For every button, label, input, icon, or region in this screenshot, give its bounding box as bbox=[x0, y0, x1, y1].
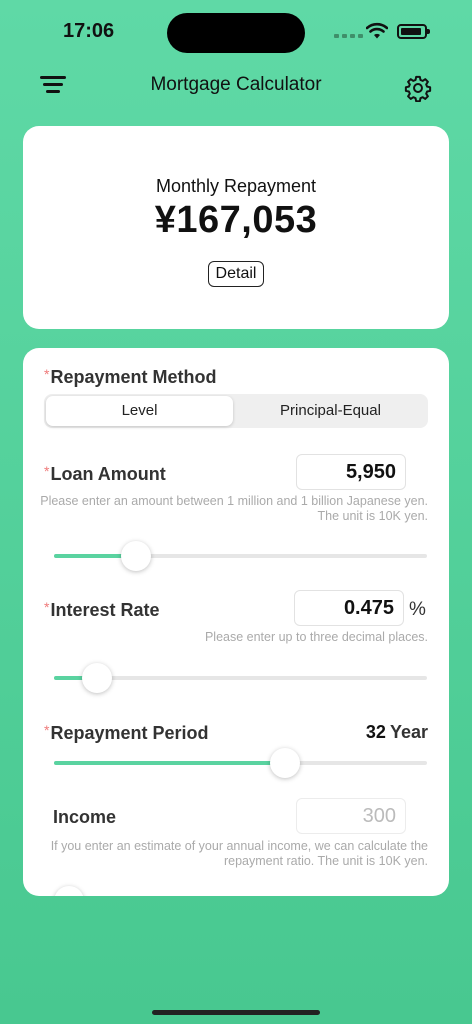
income-slider-thumb[interactable] bbox=[54, 886, 84, 896]
loan-amount-slider-thumb[interactable] bbox=[121, 541, 151, 571]
monthly-repayment-label: Monthly Repayment bbox=[155, 176, 317, 196]
interest-rate-hint: Please enter up to three decimal places. bbox=[204, 630, 428, 644]
repayment-period-slider[interactable] bbox=[54, 748, 427, 778]
loan-amount-hint: Please enter an amount between 1 million… bbox=[40, 494, 428, 523]
repayment-method-segmented-control: Level Principal-Equal bbox=[44, 394, 428, 428]
repayment-period-slider-thumb[interactable] bbox=[270, 748, 300, 778]
nav-bar: Mortgage Calculator bbox=[0, 62, 472, 112]
interest-rate-slider-thumb[interactable] bbox=[82, 663, 112, 693]
income-slider[interactable] bbox=[54, 886, 427, 896]
page-title: Mortgage Calculator bbox=[150, 74, 322, 95]
loan-amount-label: *Loan Amount bbox=[44, 463, 166, 484]
status-time: 17:06 bbox=[63, 20, 115, 42]
segment-level[interactable]: Level bbox=[46, 396, 233, 426]
income-input[interactable]: 300 bbox=[296, 798, 406, 834]
repayment-period-unit: Year bbox=[389, 722, 428, 742]
home-indicator[interactable] bbox=[152, 1010, 320, 1015]
signal-dots-icon bbox=[334, 34, 363, 38]
battery-icon bbox=[397, 24, 430, 39]
repayment-method-label: *Repayment Method bbox=[44, 366, 217, 387]
interest-rate-unit: % bbox=[409, 599, 426, 620]
income-label: Income bbox=[53, 807, 117, 827]
monthly-repayment-value: ¥167,053 bbox=[154, 199, 318, 241]
income-hint: If you enter an estimate of your annual … bbox=[50, 839, 428, 868]
loan-amount-slider[interactable] bbox=[54, 541, 427, 571]
interest-rate-input[interactable]: 0.475 bbox=[294, 590, 404, 626]
wifi-icon bbox=[366, 22, 388, 39]
dynamic-island bbox=[167, 13, 305, 53]
result-card: Monthly Repayment ¥167,053 Detail bbox=[23, 126, 449, 329]
repayment-period-value: 32 Year bbox=[366, 722, 428, 743]
gear-icon[interactable] bbox=[404, 74, 432, 102]
segment-principal-equal[interactable]: Principal-Equal bbox=[235, 396, 426, 426]
repayment-period-number: 32 bbox=[365, 722, 386, 742]
status-bar: 17:06 bbox=[0, 0, 472, 60]
interest-rate-slider[interactable] bbox=[54, 663, 427, 693]
detail-button[interactable]: Detail bbox=[208, 261, 264, 287]
interest-rate-label: *Interest Rate bbox=[44, 599, 160, 620]
repayment-period-label: *Repayment Period bbox=[44, 722, 209, 743]
form-card: *Repayment Method Level Principal-Equal … bbox=[23, 348, 449, 896]
loan-amount-input[interactable]: 5,950 bbox=[296, 454, 406, 490]
